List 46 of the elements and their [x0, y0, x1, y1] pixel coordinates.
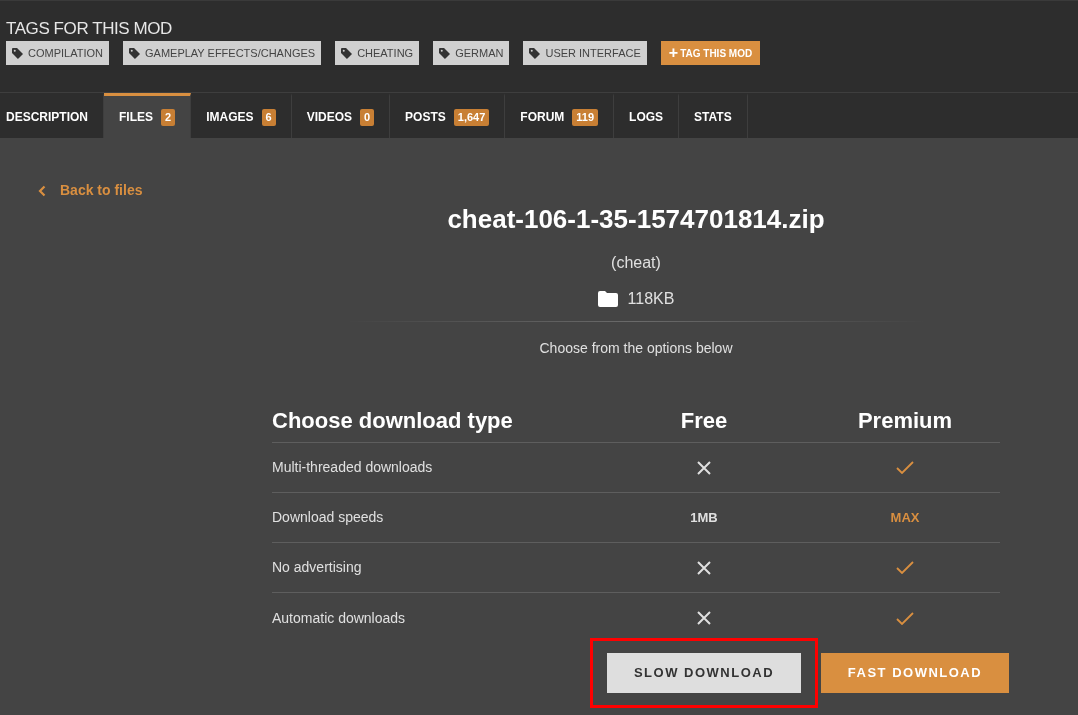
- tag-chip[interactable]: GERMAN: [433, 41, 510, 65]
- tab[interactable]: POSTS 1,647: [390, 93, 506, 138]
- tag-chip[interactable]: COMPILATION: [6, 41, 109, 65]
- tab[interactable]: VIDEOS 0: [291, 93, 391, 138]
- count-badge: 1,647: [453, 108, 490, 126]
- section-heading: TAGS FOR THIS MOD: [6, 19, 173, 39]
- check-icon: [896, 611, 914, 625]
- column-header: Free: [680, 407, 728, 435]
- column-header: Choose download type: [272, 407, 514, 435]
- feature-label: Multi-threaded downloads: [272, 458, 434, 477]
- cross-icon: [697, 460, 711, 475]
- tab[interactable]: LOGS: [614, 93, 680, 138]
- folder-icon: [597, 291, 618, 307]
- column-header: Premium: [857, 407, 953, 435]
- count-badge: 6: [261, 108, 276, 126]
- instruction-text: Choose from the options below: [539, 339, 733, 358]
- file-name: cheat-106-1-35-1574701814.zip: [447, 203, 825, 236]
- count-badge: 119: [572, 108, 599, 126]
- count-badge: 0: [360, 108, 375, 126]
- check-icon: [896, 561, 914, 574]
- back-link[interactable]: Back to files: [38, 180, 143, 201]
- check-icon: [896, 461, 914, 474]
- feature-label: Download speeds: [272, 508, 385, 527]
- tag-chip[interactable]: GAMEPLAY EFFECTS/CHANGES: [123, 41, 322, 65]
- count-badge: 2: [161, 108, 176, 126]
- tag-icon: [12, 47, 23, 59]
- feature-label: Automatic downloads: [272, 608, 407, 628]
- tag-chip[interactable]: USER INTERFACE: [523, 41, 647, 65]
- tab[interactable]: IMAGES 6: [191, 93, 292, 138]
- tab[interactable]: FILES 2: [104, 93, 192, 138]
- table-cell-text: MAX: [890, 508, 920, 527]
- download-button[interactable]: SLOW DOWNLOAD: [607, 653, 801, 693]
- tab[interactable]: FORUM 119: [505, 93, 615, 138]
- chevron-left-icon: [38, 184, 46, 197]
- tab[interactable]: STATS: [679, 93, 748, 138]
- file-size: 118KB: [627, 289, 675, 309]
- file-subtitle: (cheat): [611, 253, 661, 273]
- table-cell-text: 1MB: [690, 508, 718, 527]
- tag-chip[interactable]: CHEATING: [335, 41, 420, 65]
- cross-icon: [697, 611, 711, 625]
- tag-icon: [439, 47, 451, 59]
- feature-label: No advertising: [272, 558, 363, 577]
- cross-icon: [697, 560, 711, 575]
- tag-icon: [129, 47, 140, 59]
- tag-icon: [341, 47, 353, 59]
- tag-icon: [529, 47, 541, 59]
